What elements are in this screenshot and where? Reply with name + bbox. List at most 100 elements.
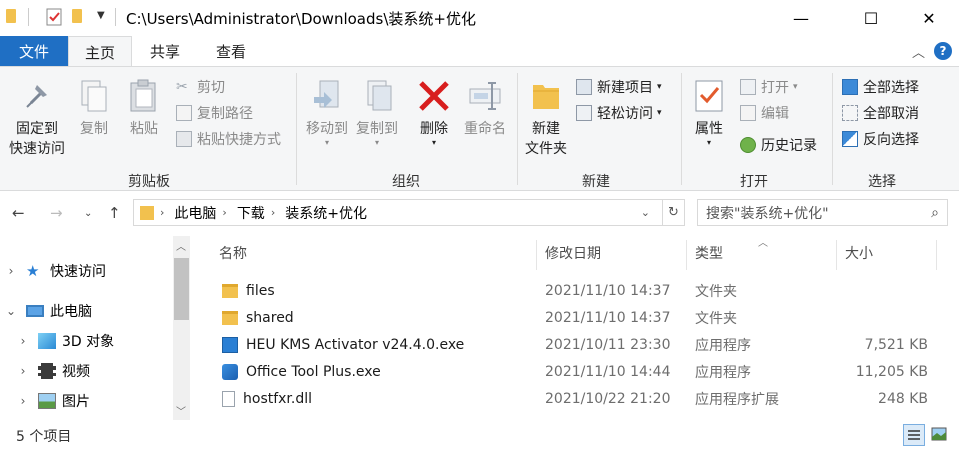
new-group-label: 新建 xyxy=(582,174,610,190)
refresh-icon[interactable]: ↻ xyxy=(662,200,684,225)
scroll-down-icon[interactable]: ﹀ xyxy=(176,403,186,418)
nav-item-pictures[interactable]: › 图片 xyxy=(16,388,90,414)
chevron-down-icon[interactable]: ⌄ xyxy=(4,304,18,318)
file-date: 2021/10/11 23:30 xyxy=(545,336,671,353)
new-item-button[interactable]: 新建项目 ▾ xyxy=(576,77,662,97)
back-arrow-icon[interactable]: ← xyxy=(12,204,25,222)
new-folder-icon xyxy=(531,79,561,113)
rename-button[interactable]: 重命名 xyxy=(460,79,510,139)
file-type: 应用程序 xyxy=(695,364,751,381)
tab-file[interactable]: 文件 xyxy=(0,36,68,66)
file-date: 2021/10/22 21:20 xyxy=(545,390,671,407)
column-header-type[interactable]: 类型 xyxy=(695,236,723,270)
chevron-right-icon[interactable]: › xyxy=(16,334,30,348)
select-all-button[interactable]: 全部选择 xyxy=(842,77,919,97)
star-icon: ★ xyxy=(26,262,40,280)
copy-button[interactable]: 复制 xyxy=(74,79,114,139)
properties-quick-icon[interactable] xyxy=(46,8,62,30)
scissors-icon: ✂ xyxy=(176,79,188,95)
new-folder-button[interactable]: 新建 文件夹 xyxy=(520,79,572,159)
forward-arrow-icon[interactable]: → xyxy=(50,204,63,222)
maximize-button[interactable]: ☐ xyxy=(848,0,894,36)
dll-icon xyxy=(222,390,235,407)
search-icon[interactable]: ⌕ xyxy=(931,205,939,221)
scroll-up-icon[interactable]: ︿ xyxy=(176,238,186,253)
edit-icon xyxy=(740,105,756,121)
chevron-right-icon[interactable]: › xyxy=(16,394,30,408)
customize-quick-access-icon[interactable]: ▼ xyxy=(97,10,105,21)
item-count: 5 个项目 xyxy=(16,429,72,445)
ribbon-tabs: 文件 主页 共享 查看 ︿ ? xyxy=(0,36,959,67)
recent-locations-icon[interactable]: ⌄ xyxy=(84,208,92,219)
select-none-button[interactable]: 全部取消 xyxy=(842,103,919,123)
open-group-label: 打开 xyxy=(740,174,768,190)
pin-quick-access-button[interactable]: 固定到 快速访问 xyxy=(4,79,70,159)
invert-selection-button[interactable]: 反向选择 xyxy=(842,129,919,149)
tab-view[interactable]: 查看 xyxy=(200,36,262,66)
table-row[interactable]: files 2021/11/10 14:37 文件夹 xyxy=(195,277,959,304)
file-name: files xyxy=(246,282,275,299)
address-dropdown-icon[interactable]: ⌄ xyxy=(641,206,650,219)
nav-item-videos[interactable]: › 视频 xyxy=(16,358,90,384)
file-date: 2021/11/10 14:44 xyxy=(545,363,671,380)
title-bar: ▼ C:\Users\Administrator\Downloads\装系统+优… xyxy=(0,0,959,36)
move-to-icon xyxy=(310,79,344,113)
file-type: 应用程序 xyxy=(695,337,751,354)
breadcrumb-this-pc[interactable]: 此电脑 xyxy=(174,203,216,223)
file-date: 2021/11/10 14:37 xyxy=(545,282,671,299)
table-row[interactable]: shared 2021/11/10 14:37 文件夹 xyxy=(195,304,959,331)
nav-item-3d-objects[interactable]: › 3D 对象 xyxy=(16,328,114,354)
paste-shortcut-icon xyxy=(176,131,192,147)
open-icon xyxy=(740,79,756,95)
easy-access-button[interactable]: 轻松访问 ▾ xyxy=(576,103,662,123)
nav-scrollbar-thumb[interactable] xyxy=(174,258,189,320)
table-row[interactable]: hostfxr.dll 2021/10/22 21:20 应用程序扩展 248 … xyxy=(195,385,959,412)
window-title: C:\Users\Administrator\Downloads\装系统+优化 xyxy=(126,10,476,28)
help-icon[interactable]: ? xyxy=(934,36,952,66)
collapse-ribbon-icon[interactable]: ︿ xyxy=(912,36,925,66)
file-name: HEU KMS Activator v24.4.0.exe xyxy=(246,336,465,353)
rename-icon xyxy=(468,79,502,113)
copy-icon xyxy=(78,79,110,113)
large-icons-view-icon[interactable] xyxy=(929,424,951,446)
table-row[interactable]: Office Tool Plus.exe 2021/11/10 14:44 应用… xyxy=(195,358,959,385)
up-arrow-icon[interactable]: ↑ xyxy=(108,204,121,222)
cut-button[interactable]: ✂ 剪切 xyxy=(176,77,225,97)
address-bar[interactable]: › 此电脑 › 下载 › 装系统+优化 ⌄ ↻ xyxy=(133,199,685,226)
table-row[interactable]: HEU KMS Activator v24.4.0.exe 2021/10/11… xyxy=(195,331,959,358)
column-header-name[interactable]: 名称 xyxy=(219,236,247,270)
properties-button[interactable]: 属性 ▾ xyxy=(686,79,732,147)
nav-item-quick-access[interactable]: › ★ 快速访问 xyxy=(4,258,106,284)
tab-home[interactable]: 主页 xyxy=(68,36,132,67)
delete-button[interactable]: 删除 ▾ xyxy=(414,79,454,147)
details-view-icon[interactable] xyxy=(903,424,925,446)
nav-item-this-pc[interactable]: ⌄ 此电脑 xyxy=(4,298,92,324)
minimize-button[interactable]: — xyxy=(778,0,824,36)
copy-path-button[interactable]: 复制路径 xyxy=(176,103,253,123)
move-to-button[interactable]: 移动到 ▾ xyxy=(302,79,352,147)
new-folder-quick-icon[interactable] xyxy=(72,9,82,23)
column-header-size[interactable]: 大小 xyxy=(845,236,873,270)
history-button[interactable]: 历史记录 xyxy=(740,135,817,155)
breadcrumb-downloads[interactable]: 下载 xyxy=(237,203,265,223)
column-header-date[interactable]: 修改日期 xyxy=(545,236,601,270)
edit-button[interactable]: 编辑 xyxy=(740,103,789,123)
folder-icon xyxy=(140,205,154,220)
paste-shortcut-button[interactable]: 粘贴快捷方式 xyxy=(176,129,281,149)
close-button[interactable]: ✕ xyxy=(906,0,952,36)
delete-x-icon xyxy=(417,79,451,113)
clipboard-group-label: 剪贴板 xyxy=(128,174,170,190)
copy-to-button[interactable]: 复制到 ▾ xyxy=(352,79,402,147)
film-icon xyxy=(38,363,56,379)
file-name: Office Tool Plus.exe xyxy=(246,363,381,380)
chevron-right-icon[interactable]: › xyxy=(16,364,30,378)
status-bar: 5 个项目 xyxy=(0,420,959,450)
chevron-right-icon[interactable]: › xyxy=(4,264,18,278)
breadcrumb-current[interactable]: 装系统+优化 xyxy=(285,203,367,223)
tab-share[interactable]: 共享 xyxy=(136,36,194,66)
open-button[interactable]: 打开 ▾ xyxy=(740,77,798,97)
search-input[interactable]: 搜索"装系统+优化" ⌕ xyxy=(697,199,948,226)
folder-icon xyxy=(6,9,16,23)
paste-button[interactable]: 粘贴 xyxy=(122,79,166,139)
file-size: 7,521 KB xyxy=(864,336,928,353)
